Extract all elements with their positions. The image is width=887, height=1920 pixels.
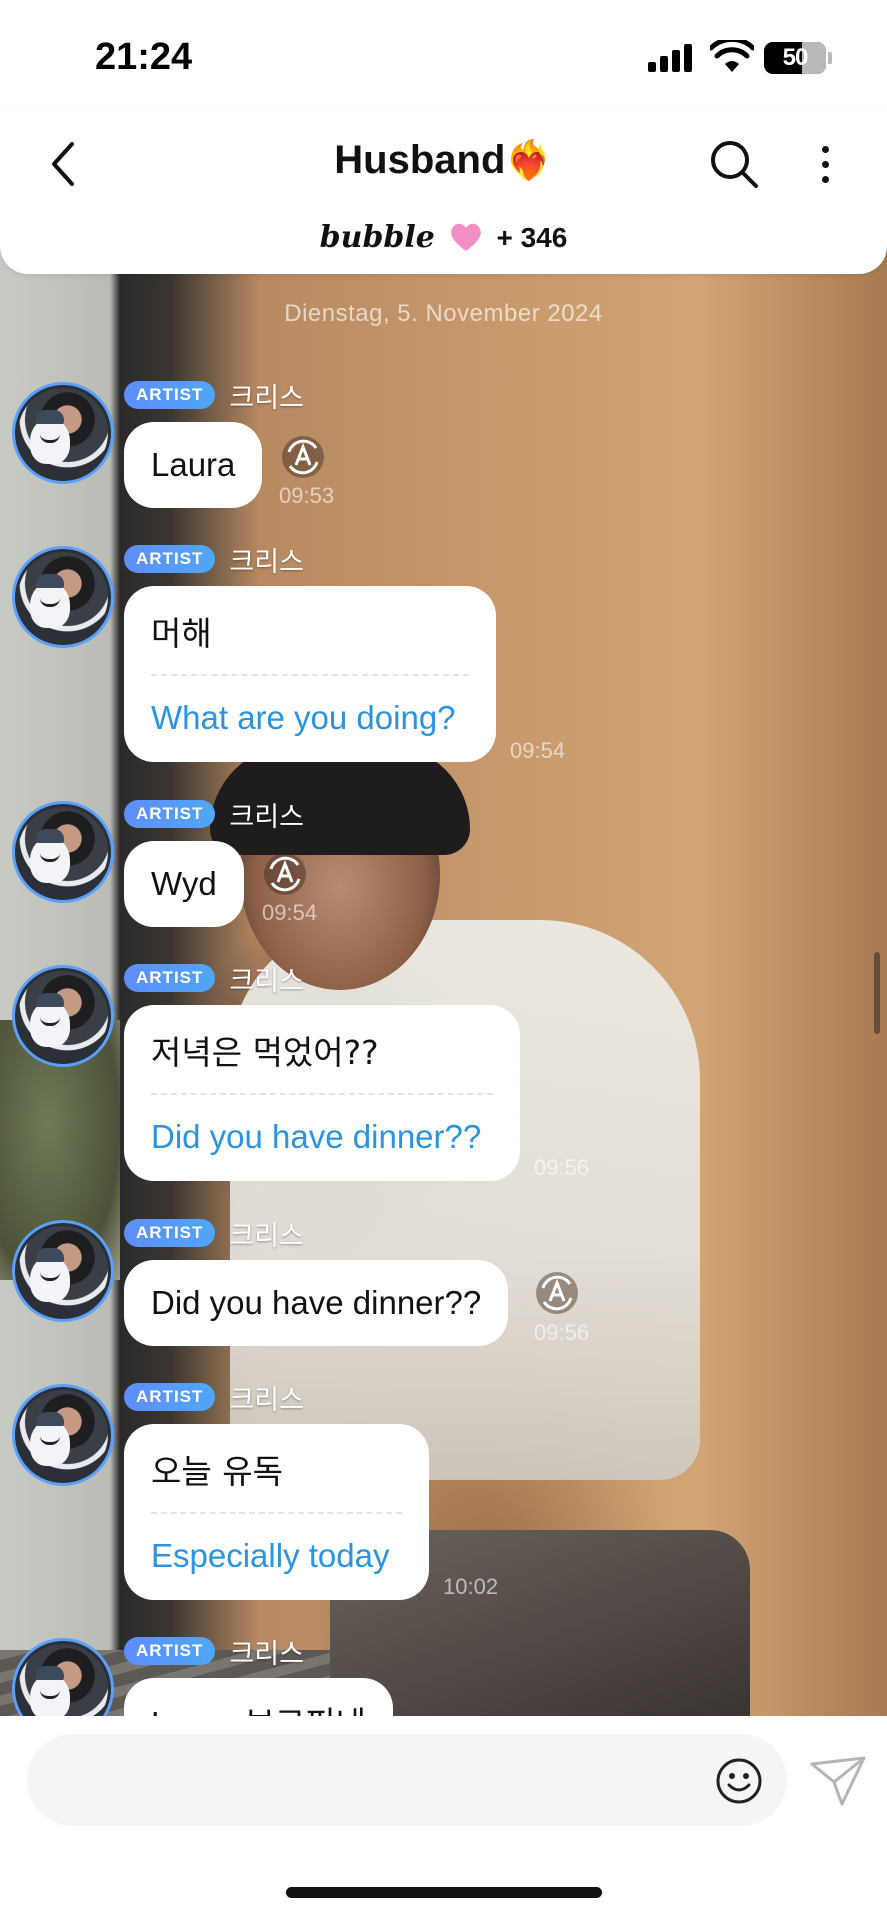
- message-bubble[interactable]: 저녁은 먹었어?? Did you have dinner??: [124, 1005, 520, 1181]
- battery-icon: 50: [764, 42, 826, 74]
- heart-on-fire-emoji: ❤️‍🔥: [505, 138, 553, 182]
- scrollbar-thumb[interactable]: [874, 952, 880, 1034]
- chat-title-text: Husband: [334, 138, 506, 182]
- artist-badge: ARTIST: [124, 964, 216, 992]
- message-text: Did you have dinner??: [151, 1284, 482, 1321]
- message-bubble[interactable]: Did you have dinner??: [124, 1260, 509, 1346]
- status-time: 21:24: [95, 36, 193, 78]
- message-timestamp: 09:56: [534, 1320, 590, 1345]
- message-input[interactable]: [27, 1734, 787, 1826]
- message-translation: What are you doing?: [151, 674, 469, 760]
- home-indicator[interactable]: [286, 1887, 602, 1898]
- message-bubble[interactable]: Laura: [124, 422, 263, 508]
- artist-badge: ARTIST: [124, 800, 216, 828]
- artist-badge: ARTIST: [124, 1383, 216, 1411]
- wifi-icon: [710, 40, 754, 72]
- artist-badge: ARTIST: [124, 1219, 216, 1247]
- message-text: Laura: [151, 446, 236, 483]
- pink-heart-icon: [450, 223, 481, 251]
- chat-header: Husband❤️‍🔥 bubble + 346: [0, 110, 887, 274]
- artist-avatar[interactable]: [12, 546, 114, 648]
- message-bubble[interactable]: 머해 What are you doing?: [124, 586, 496, 762]
- message-translation: Especially today: [151, 1512, 402, 1598]
- message-translation: Did you have dinner??: [151, 1093, 493, 1179]
- status-bar: 21:24 50: [0, 0, 887, 110]
- artist-avatar[interactable]: [12, 1220, 114, 1322]
- sender-name: 크리스: [229, 546, 304, 578]
- artist-badge: ARTIST: [124, 1637, 216, 1665]
- sender-name: 크리스: [229, 1638, 304, 1670]
- artist-badge: ARTIST: [124, 545, 216, 573]
- message-text: 저녁은 먹었어??: [151, 1033, 379, 1072]
- emoji-button[interactable]: [714, 1756, 764, 1806]
- artist-avatar[interactable]: [12, 965, 114, 1067]
- message-timestamp: 09:56: [534, 1155, 590, 1180]
- artist-avatar[interactable]: [12, 1384, 114, 1486]
- translate-icon[interactable]: [262, 851, 308, 897]
- cellular-signal-icon: [648, 44, 694, 72]
- sender-name: 크리스: [229, 1384, 304, 1416]
- message-bubble[interactable]: Wyd: [124, 841, 244, 927]
- more-options-button[interactable]: [810, 138, 840, 194]
- send-button[interactable]: [808, 1754, 868, 1808]
- battery-percentage: 50: [782, 44, 809, 71]
- artist-avatar[interactable]: [12, 801, 114, 903]
- message-text: 오늘 유독: [151, 1452, 283, 1491]
- bubble-subscription-info: bubble + 346: [0, 220, 887, 255]
- message-timestamp: 09:54: [510, 738, 566, 763]
- translate-icon[interactable]: [280, 434, 326, 480]
- artist-avatar[interactable]: [12, 382, 114, 484]
- artist-badge: ARTIST: [124, 381, 216, 409]
- bubble-brand-logo: bubble: [319, 220, 435, 255]
- message-timestamp: 09:53: [279, 483, 335, 508]
- message-text: 머해: [151, 614, 212, 653]
- message-timestamp: 10:02: [443, 1574, 499, 1599]
- date-separator: Dienstag, 5. November 2024: [284, 300, 603, 327]
- sender-name: 크리스: [229, 1220, 304, 1252]
- message-timestamp: 09:54: [262, 900, 318, 925]
- sender-name: 크리스: [229, 965, 304, 997]
- message-bubble[interactable]: 오늘 유독 Especially today: [124, 1424, 429, 1600]
- subscriber-count: + 346: [496, 222, 568, 253]
- search-button[interactable]: [706, 134, 762, 194]
- translate-icon[interactable]: [534, 1270, 580, 1316]
- sender-name: 크리스: [229, 801, 304, 833]
- sender-name: 크리스: [229, 382, 304, 414]
- message-text: Wyd: [151, 865, 217, 902]
